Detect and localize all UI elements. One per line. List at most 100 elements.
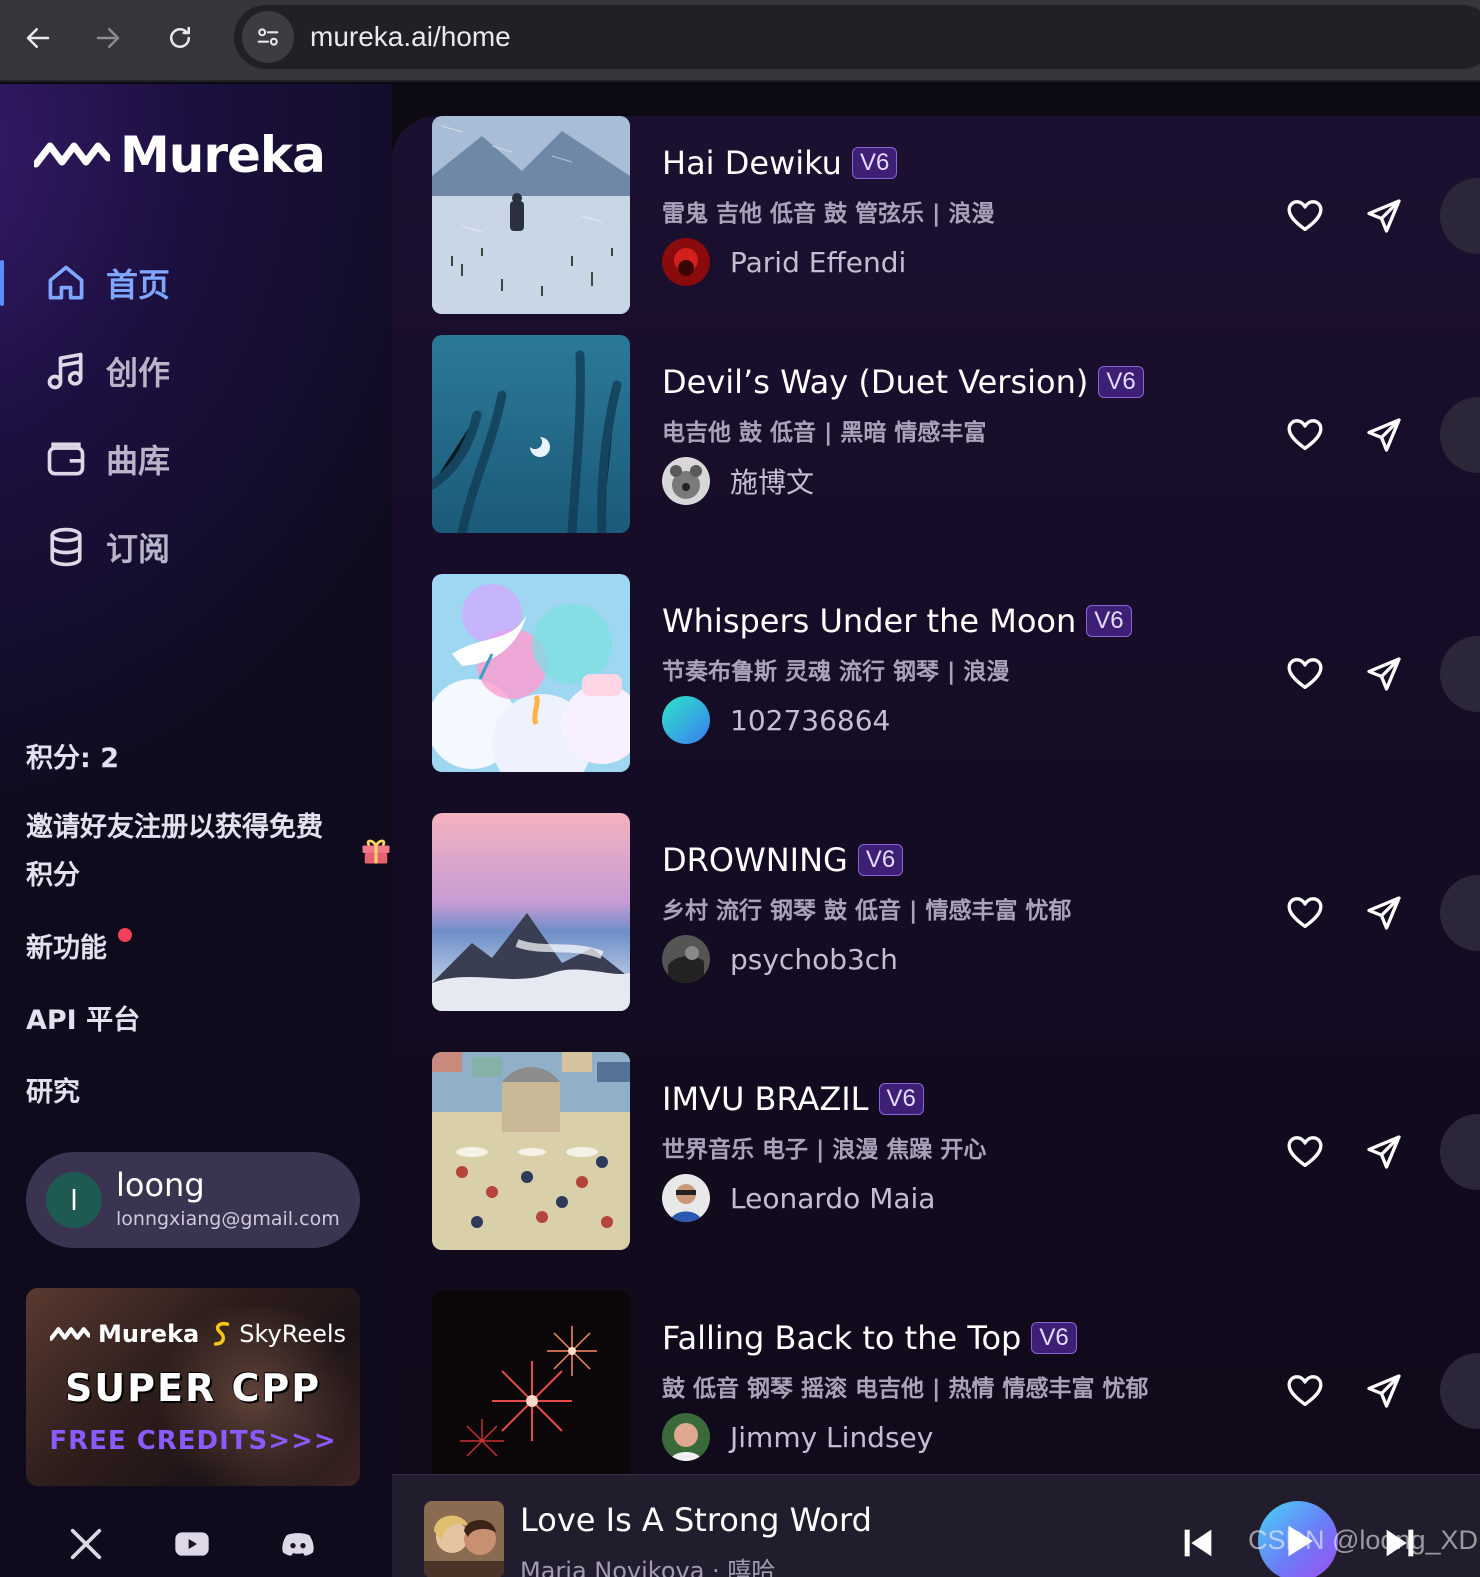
arrow-left-icon (26, 28, 50, 48)
song-tags: 雷鬼 吉他 低音 鼓 管弦乐 | 浪漫 (662, 201, 995, 227)
notification-dot (118, 928, 132, 942)
now-playing-subtitle: Maria Novikova · 嘻哈 (520, 1557, 776, 1577)
song-cover[interactable] (432, 574, 630, 772)
reload-button[interactable] (154, 12, 206, 64)
heart-icon[interactable] (1284, 1371, 1326, 1411)
site-info-button[interactable] (242, 11, 294, 63)
send-icon[interactable] (1364, 415, 1404, 455)
list-item[interactable]: Whispers Under the Moon V6 节奏布鲁斯 灵魂 流行 钢… (432, 574, 1480, 774)
song-author[interactable]: 施博文 (662, 457, 814, 505)
song-title[interactable]: Whispers Under the Moon (662, 602, 1076, 640)
url-text[interactable]: mureka.ai/home (310, 21, 511, 53)
sidebar-item-label: 订阅 (106, 530, 171, 568)
song-title-row: DROWNING V6 (662, 841, 904, 879)
author-name: 102736864 (730, 703, 891, 737)
heart-icon[interactable] (1284, 1132, 1326, 1172)
list-item[interactable]: IMVU BRAZIL V6 世界音乐 电子 | 浪漫 焦躁 开心 Leonar… (432, 1052, 1480, 1252)
back-button[interactable] (12, 12, 64, 64)
author-name: Parid Effendi (730, 245, 907, 279)
avatar (662, 238, 710, 286)
song-title-row: IMVU BRAZIL V6 (662, 1080, 924, 1118)
avatar (662, 1413, 710, 1461)
sidebar-item-home[interactable]: 首页 (0, 248, 390, 318)
version-badge: V6 (857, 844, 904, 876)
now-playing-cover[interactable] (424, 1501, 504, 1577)
author-name: Jimmy Lindsey (730, 1420, 934, 1454)
api-platform-link[interactable]: API 平台 (26, 998, 140, 1037)
fireworks-cover (432, 1291, 630, 1489)
song-author[interactable]: Leonardo Maia (662, 1174, 935, 1222)
send-icon[interactable] (1364, 196, 1404, 236)
snowy-field-cover (432, 116, 630, 314)
song-author[interactable]: 102736864 (662, 696, 890, 744)
song-cover[interactable] (432, 335, 630, 533)
heart-icon[interactable] (1284, 893, 1326, 933)
send-icon[interactable] (1364, 654, 1404, 694)
more-button[interactable] (1440, 1353, 1480, 1429)
heart-icon[interactable] (1284, 415, 1326, 455)
heart-icon[interactable] (1284, 196, 1326, 236)
song-author[interactable]: Parid Effendi (662, 238, 906, 286)
song-title[interactable]: IMVU BRAZIL (662, 1080, 869, 1118)
youtube-icon[interactable] (172, 1524, 212, 1564)
song-cover[interactable] (432, 116, 630, 314)
promo-brands: Mureka SkyReels (50, 1320, 346, 1348)
version-badge: V6 (878, 1083, 924, 1115)
song-cover[interactable] (432, 1052, 630, 1250)
send-icon[interactable] (1364, 1371, 1404, 1411)
song-title[interactable]: Devil’s Way (Duet Version) (662, 363, 1088, 401)
sidebar-item-label: 曲库 (106, 442, 171, 480)
song-cover[interactable] (432, 813, 630, 1011)
song-tags: 鼓 低音 钢琴 摇滚 电吉他 | 热情 情感丰富 忧郁 (662, 1376, 1149, 1402)
mureka-wave-icon (34, 142, 110, 168)
list-item[interactable]: Falling Back to the Top V6 鼓 低音 钢琴 摇滚 电吉… (432, 1291, 1480, 1491)
more-button[interactable] (1440, 875, 1480, 951)
user-account-card[interactable]: l loong lonngxiang@gmail.com (26, 1152, 360, 1248)
festival-painting-cover (432, 1052, 630, 1250)
pastel-clouds-bird-cover (432, 574, 630, 772)
music-note-icon (47, 352, 83, 390)
forward-button[interactable] (82, 12, 134, 64)
send-icon[interactable] (1364, 893, 1404, 933)
database-icon (50, 527, 82, 567)
more-button[interactable] (1440, 1114, 1480, 1190)
now-playing-title[interactable]: Love Is A Strong Word (520, 1501, 872, 1539)
reload-icon (170, 26, 190, 48)
music-player-bar: Love Is A Strong Word Maria Novikova · 嘻… (392, 1474, 1480, 1577)
sidebar-item-create[interactable]: 创作 (0, 336, 390, 406)
author-name: psychob3ch (730, 942, 898, 976)
mureka-logo[interactable]: Mureka (34, 126, 326, 184)
new-features-link[interactable]: 新功能 (26, 926, 107, 965)
song-tags: 电吉他 鼓 低音 | 黑暗 情感丰富 (662, 420, 987, 446)
list-item[interactable]: Hai Dewiku V6 雷鬼 吉他 低音 鼓 管弦乐 | 浪漫 Parid … (432, 116, 1480, 316)
gift-icon[interactable] (358, 832, 394, 868)
invite-link[interactable]: 邀请好友注册以获得免费积分 (26, 804, 346, 900)
send-icon[interactable] (1364, 1132, 1404, 1172)
sidebar-item-library[interactable]: 曲库 (0, 424, 390, 494)
more-button[interactable] (1440, 178, 1480, 254)
version-badge: V6 (1031, 1322, 1077, 1354)
song-cover[interactable] (432, 1291, 630, 1489)
song-title[interactable]: DROWNING (662, 841, 848, 879)
research-link[interactable]: 研究 (26, 1070, 80, 1109)
mureka-wave-icon (50, 1327, 90, 1341)
heart-icon[interactable] (1284, 654, 1326, 694)
promo-banner[interactable]: Mureka SkyReels SUPER CPP FREE CREDITS>>… (26, 1288, 360, 1486)
sidebar-item-subscribe[interactable]: 订阅 (0, 512, 390, 582)
sidebar-item-label: 首页 (106, 266, 171, 304)
list-item[interactable]: DROWNING V6 乡村 流行 钢琴 鼓 低音 | 情感丰富 忧郁 psyc… (432, 813, 1480, 1013)
promo-headline: SUPER CPP (64, 1366, 322, 1410)
song-title[interactable]: Falling Back to the Top (662, 1319, 1021, 1357)
song-author[interactable]: Jimmy Lindsey (662, 1413, 933, 1461)
more-button[interactable] (1440, 636, 1480, 712)
list-item[interactable]: Devil’s Way (Duet Version) V6 电吉他 鼓 低音 |… (432, 335, 1480, 535)
promo-cta: FREE CREDITS>>> (49, 1426, 337, 1456)
skip-previous-icon[interactable] (1178, 1523, 1218, 1563)
discord-icon[interactable] (278, 1524, 318, 1564)
x-twitter-icon[interactable] (66, 1524, 106, 1564)
address-bar[interactable]: mureka.ai/home (234, 5, 1480, 69)
song-title[interactable]: Hai Dewiku (662, 144, 842, 182)
more-button[interactable] (1440, 397, 1480, 473)
song-author[interactable]: psychob3ch (662, 935, 898, 983)
arrow-right-icon (96, 28, 120, 48)
